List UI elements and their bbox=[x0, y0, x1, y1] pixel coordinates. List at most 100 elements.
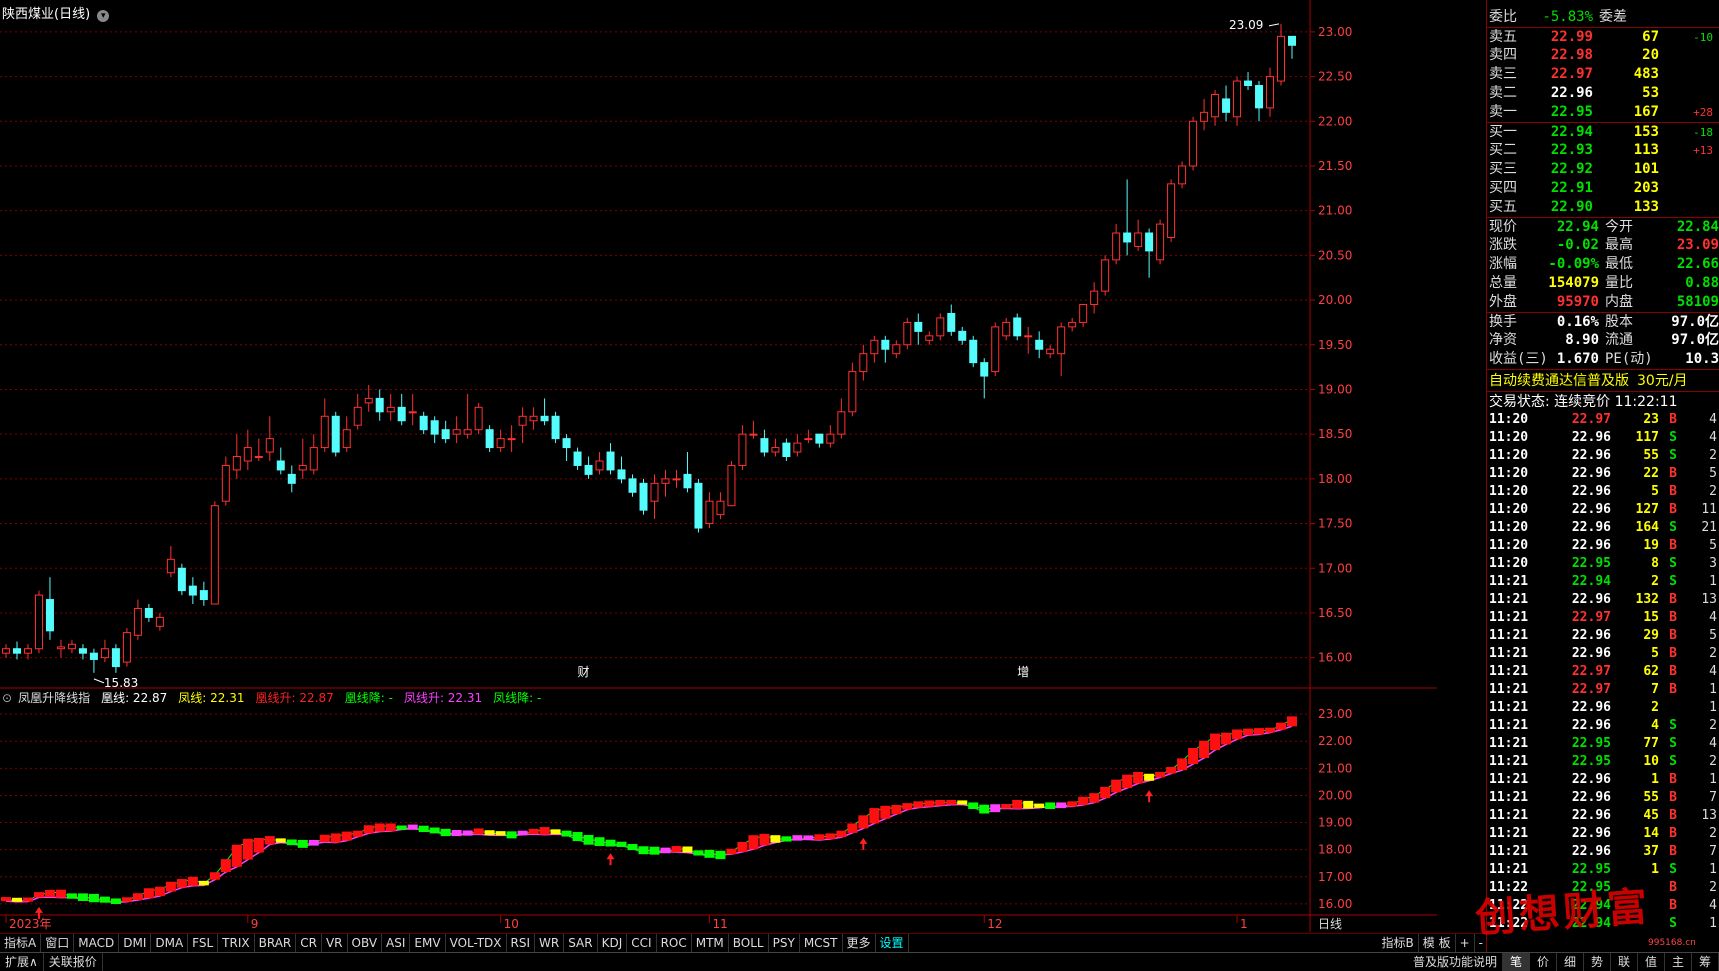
candle-body bbox=[100, 648, 109, 659]
status-left-0[interactable]: 扩展∧ bbox=[0, 953, 44, 971]
tab-cci[interactable]: CCI bbox=[627, 934, 657, 952]
indicator-bar bbox=[44, 889, 55, 898]
tab-vr[interactable]: VR bbox=[322, 934, 348, 952]
tab-emv[interactable]: EMV bbox=[410, 934, 446, 952]
tick-count: 4 bbox=[1709, 664, 1717, 679]
sells-volume: 483 bbox=[1633, 66, 1659, 82]
candle-body bbox=[826, 433, 835, 444]
status-left-1[interactable]: 关联报价 bbox=[44, 953, 103, 971]
tab-mtm[interactable]: MTM bbox=[692, 934, 729, 952]
tab-指标a[interactable]: 指标A bbox=[0, 934, 42, 952]
kline-chart[interactable]: 23.00 22.50 22.00 21.50 21.00 20.50 20.00 19.50… bbox=[0, 0, 1437, 932]
stats-value: -0.09% bbox=[1548, 256, 1599, 272]
candle-body bbox=[584, 464, 593, 475]
tick-time: 11:21 bbox=[1489, 844, 1529, 859]
tick-row: 11:21 22.95 10 S 2 bbox=[1487, 753, 1719, 771]
candle-body bbox=[397, 406, 406, 422]
tab-trix[interactable]: TRIX bbox=[218, 934, 255, 952]
tab-wr[interactable]: WR bbox=[535, 934, 565, 952]
tab-roc[interactable]: ROC bbox=[657, 934, 692, 952]
indicator-bar bbox=[847, 823, 858, 833]
candle-body bbox=[1112, 232, 1121, 261]
candle-body bbox=[617, 469, 626, 480]
sells-label: 卖三 bbox=[1489, 66, 1517, 82]
panel-tab-7[interactable]: 筹 bbox=[1692, 953, 1719, 971]
tab-psy[interactable]: PSY bbox=[769, 934, 800, 952]
ad-text[interactable]: 自动续费通达信普及版 bbox=[1489, 373, 1629, 389]
tab-mcst[interactable]: MCST bbox=[800, 934, 843, 952]
tab-dma[interactable]: DMA bbox=[151, 934, 189, 952]
indicator-settings-icon[interactable]: ⊙ bbox=[2, 691, 12, 705]
buys-label: 买一 bbox=[1489, 124, 1517, 140]
candle-body bbox=[661, 478, 670, 484]
panel-tab-0[interactable]: 笔 bbox=[1503, 953, 1530, 971]
tab-asi[interactable]: ASI bbox=[382, 934, 411, 952]
tick-row: 11:20 22.96 22 B 5 bbox=[1487, 465, 1719, 483]
tab-fsl[interactable]: FSL bbox=[188, 934, 219, 952]
indicator-bar bbox=[583, 834, 594, 845]
chart-area[interactable]: 23.00 22.50 22.00 21.50 21.00 20.50 20.00 19.50… bbox=[0, 0, 1437, 932]
panel-tab-4[interactable]: 联 bbox=[1611, 953, 1638, 971]
buys-volume: 113 bbox=[1633, 142, 1659, 158]
tab-macd[interactable]: MACD bbox=[74, 934, 120, 952]
panel-tab-6[interactable]: 主 bbox=[1665, 953, 1692, 971]
indicator-bar bbox=[946, 799, 957, 805]
candle-body bbox=[606, 451, 615, 471]
tab-right-0[interactable]: 指标B bbox=[1378, 934, 1419, 952]
panel-tab-2[interactable]: 细 bbox=[1557, 953, 1584, 971]
tab-cr[interactable]: CR bbox=[296, 934, 322, 952]
candle-body bbox=[562, 438, 571, 449]
indicator-bar bbox=[1111, 779, 1122, 793]
tick-direction: B bbox=[1669, 682, 1677, 697]
tick-time: 11:20 bbox=[1489, 466, 1529, 481]
indicator-bar bbox=[759, 833, 770, 846]
indicator-bar bbox=[803, 835, 814, 840]
tick-price: 22.96 bbox=[1571, 718, 1611, 733]
tick-volume: 10 bbox=[1643, 754, 1659, 769]
tab-boll[interactable]: BOLL bbox=[729, 934, 769, 952]
tab-dmi[interactable]: DMI bbox=[119, 934, 152, 952]
candle-body bbox=[573, 451, 582, 466]
buys-volume: 133 bbox=[1633, 199, 1659, 215]
tick-time: 11:21 bbox=[1489, 808, 1529, 823]
tab-rsi[interactable]: RSI bbox=[507, 934, 536, 952]
tab-right-1[interactable]: 模 板 bbox=[1419, 934, 1456, 952]
indicator-bar bbox=[1265, 727, 1276, 733]
stats2-value: 1.670 bbox=[1556, 351, 1599, 367]
indicator-bar bbox=[440, 828, 451, 837]
tick-row: 11:21 22.96 55 B 7 bbox=[1487, 789, 1719, 807]
tab-right-2[interactable]: + bbox=[1456, 934, 1475, 952]
tab-obv[interactable]: OBV bbox=[348, 934, 383, 952]
candle bbox=[969, 335, 978, 368]
help-link[interactable]: 普及版功能说明 bbox=[1408, 953, 1503, 971]
candle-body bbox=[958, 330, 967, 341]
candle bbox=[1101, 255, 1110, 296]
tick-direction: S bbox=[1669, 718, 1677, 733]
stats2-label: 净资 bbox=[1489, 332, 1517, 348]
panel-tab-3[interactable]: 势 bbox=[1584, 953, 1611, 971]
buys-change: -18 bbox=[1693, 126, 1713, 139]
title-dropdown-icon[interactable]: ▾ bbox=[97, 10, 110, 22]
tab-窗口[interactable]: 窗口 bbox=[41, 934, 75, 952]
panel-tab-1[interactable]: 价 bbox=[1530, 953, 1557, 971]
tab-vol-tdx[interactable]: VOL-TDX bbox=[446, 934, 507, 952]
tick-price: 22.95 bbox=[1571, 556, 1611, 571]
tab-设置[interactable]: 设置 bbox=[876, 934, 909, 952]
indicator-bar bbox=[297, 839, 308, 848]
indicator-bar bbox=[506, 831, 517, 839]
indicator-bar bbox=[231, 844, 242, 867]
tick-price: 22.94 bbox=[1571, 574, 1611, 589]
indicator-bar bbox=[154, 886, 165, 897]
indicator-bar bbox=[473, 828, 484, 835]
subscription-ad[interactable]: 自动续费通达信普及版 30元/月 bbox=[1487, 369, 1719, 391]
candle-body bbox=[408, 411, 417, 414]
tab-sar[interactable]: SAR bbox=[564, 934, 598, 952]
buys-label: 买三 bbox=[1489, 161, 1517, 177]
tick-volume: 55 bbox=[1643, 790, 1659, 805]
tab-brar[interactable]: BRAR bbox=[255, 934, 297, 952]
tab-kdj[interactable]: KDJ bbox=[598, 934, 628, 952]
ad-price[interactable]: 30元/月 bbox=[1637, 373, 1688, 389]
panel-tab-5[interactable]: 值 bbox=[1638, 953, 1665, 971]
tick-count: 1 bbox=[1709, 574, 1717, 589]
tab-更多[interactable]: 更多 bbox=[843, 934, 876, 952]
